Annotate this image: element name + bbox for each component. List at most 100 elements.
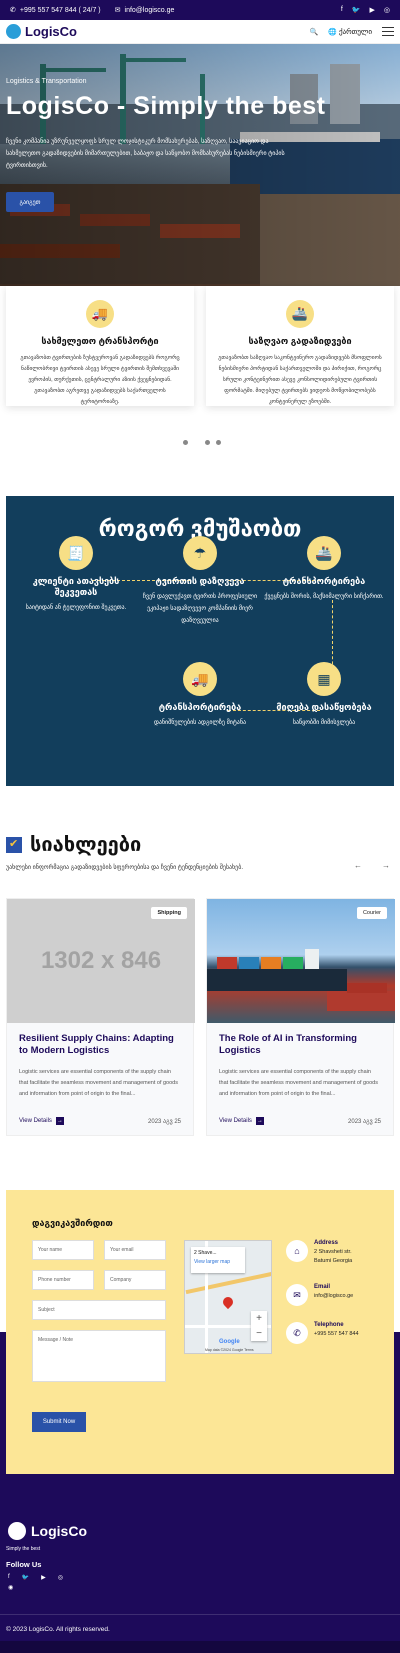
mail-icon: ✉ [114, 7, 121, 14]
youtube-icon[interactable]: ▶ [41, 1574, 46, 1581]
email-contact[interactable]: ✉ info@logisco.ge [114, 6, 175, 15]
service-text: გთავაზობთ ტვირთების ზუსტვეროვან გადაზიდვ… [20, 355, 180, 405]
carousel-dot[interactable] [183, 440, 188, 445]
news-heading[interactable]: The Role of AI in Transforming Logistics [219, 1033, 381, 1057]
map-zoom-controls[interactable]: + − [251, 1311, 267, 1341]
location-icon: ⌂ [286, 1240, 308, 1262]
message-textarea[interactable]: Message / Note [32, 1330, 166, 1382]
step-title: ტრანსპორტირება [158, 702, 242, 712]
news-footer: View Details → 2023 აგვ 25 [19, 1117, 181, 1125]
carousel-dot-gap [194, 440, 199, 445]
category-badge: Shipping [151, 907, 187, 919]
nav-actions: 🔍 🌐 ქართული [310, 27, 394, 36]
view-details-label: View Details [219, 1118, 252, 1124]
service-card-sea[interactable]: 🚢 საზღვაო გადაზიდვები გთავაზობთ საზღვაო … [206, 286, 394, 406]
phone-input[interactable]: Phone number [32, 1270, 94, 1290]
arrow-right-icon: → [255, 1117, 264, 1125]
hero-button[interactable]: გაიგეთ [6, 192, 54, 212]
container-icon: ▦ [307, 662, 341, 696]
truck-icon: 🚚 [86, 300, 114, 328]
phone-info: ✆ Telephone +995 557 547 844 [286, 1322, 359, 1344]
news-arrows: ← → [354, 861, 390, 870]
email-input[interactable]: Your email [104, 1240, 166, 1260]
service-card-land[interactable]: 🚚 სახმელეთო ტრანსპორტი გთავაზობთ ტვირთებ… [6, 286, 194, 406]
ship-icon: 🚢 [286, 300, 314, 328]
view-details-link[interactable]: View Details → [219, 1117, 264, 1125]
name-input[interactable]: Your name [32, 1240, 94, 1260]
phone-label: Telephone [314, 1322, 344, 1328]
ship-icon: 🚢 [307, 536, 341, 570]
phone-icon: ✆ [10, 7, 16, 14]
view-details-link[interactable]: View Details → [19, 1117, 64, 1125]
step-title: კლიენტი ათავსებს შეკვეთას [32, 576, 120, 597]
submit-button[interactable]: Submit Now [32, 1412, 86, 1432]
arrow-right-icon[interactable]: → [382, 861, 390, 870]
phone-contact[interactable]: ✆ +995 557 547 844 ( 24/7 ) [10, 6, 101, 15]
company-input[interactable]: Company [104, 1270, 166, 1290]
news-image-placeholder: 1302 x 846 Shipping [7, 899, 195, 1023]
google-map[interactable]: 2 Shave... View larger map + − Google Map… [184, 1240, 272, 1354]
step-desc: ჩვენ დავლუქავთ ტვირთს პროფესიული ეკიპაჟი… [142, 594, 258, 624]
news-subtitle: უახლესი ინფორმაცია გადაზიდვების სფეროები… [6, 865, 244, 871]
hero-banner: Logistics & Transportation LogisCo - Sim… [0, 44, 400, 286]
search-icon[interactable]: 🔍 [310, 28, 319, 36]
map-attribution: Map data ©2024 Google Terms [205, 1348, 254, 1352]
email-info: ✉ Email info@logisco.ge [286, 1284, 353, 1306]
how-step: ▦ მიღება დასაწყობება საწყობში მიმისვლება [260, 662, 388, 729]
footer-social-links: f 🐦 ▶ ◎ [8, 1574, 63, 1581]
map-road [185, 1271, 271, 1295]
carousel-dot[interactable] [205, 440, 210, 445]
news-body: The Role of AI in Transforming Logistics… [207, 1023, 393, 1135]
arrow-left-icon[interactable]: ← [354, 861, 362, 870]
how-step: 🚢 ტრანსპორტირება ქვეყნებს შორის, მაქსიმა… [260, 536, 388, 603]
phone-value[interactable]: +995 557 547 844 [314, 1330, 359, 1339]
truck-icon: 🚚 [183, 662, 217, 696]
instagram-icon[interactable]: ◎ [384, 6, 390, 14]
step-title: ტრანსპორტირება [282, 576, 366, 586]
contact-title: დაგვიკავშირდით [32, 1218, 113, 1228]
category-badge: Courier [356, 907, 387, 919]
news-heading[interactable]: Resilient Supply Chains: Adapting to Mod… [19, 1033, 181, 1057]
copyright: © 2023 LogisCo. All rights reserved. [6, 1626, 110, 1633]
subject-input[interactable]: Subject [32, 1300, 166, 1320]
news-card[interactable]: 1302 x 846 Shipping Resilient Supply Cha… [6, 898, 195, 1136]
email-value[interactable]: info@logisco.ge [314, 1292, 353, 1301]
email-text: info@logisco.ge [124, 6, 175, 14]
service-title: სახმელეთო ტრანსპორტი [41, 336, 159, 346]
view-larger-map-link[interactable]: View larger map [194, 1259, 242, 1265]
footer-logo[interactable]: LogisCo [8, 1522, 87, 1540]
step-desc: დანიშნულების ადგილზე მიტანა [153, 720, 247, 726]
twitter-icon[interactable]: 🐦 [22, 1574, 29, 1581]
youtube-icon[interactable]: ▶ [370, 6, 375, 14]
whatsapp-icon[interactable]: ◉ [8, 1584, 13, 1591]
contact-section: დაგვიკავშირდით Your name Your email Phon… [6, 1190, 394, 1474]
logo-icon [8, 1522, 26, 1540]
view-details-label: View Details [19, 1118, 52, 1124]
map-popup: 2 Shave... View larger map [191, 1247, 245, 1273]
instagram-icon[interactable]: ◎ [58, 1574, 63, 1581]
how-step: 🧾 კლიენტი ათავსებს შეკვეთას საიტიდან ან … [12, 536, 140, 614]
news-date: 2023 აგვ 25 [148, 1118, 181, 1125]
twitter-icon[interactable]: 🐦 [352, 6, 361, 14]
map-place: 2 Shave... [194, 1250, 217, 1256]
language-label: ქართული [338, 28, 372, 36]
insurance-icon: ☂ [183, 536, 217, 570]
news-body: Resilient Supply Chains: Adapting to Mod… [7, 1023, 193, 1135]
step-title: ტვირთის დაზღვევა [155, 576, 245, 586]
hero-tag: Logistics & Transportation [6, 78, 87, 85]
carousel-dot[interactable] [216, 440, 221, 445]
language-switcher[interactable]: 🌐 ქართული [328, 28, 372, 36]
arrow-right-icon: → [55, 1117, 64, 1125]
step-desc: საწყობში მიმისვლება [292, 720, 356, 726]
news-title: სიახლეები [30, 834, 142, 856]
hero-title: LogisCo - Simply the best [6, 92, 326, 120]
address-value: 2 Shavsheti str. Batumi Georgia [314, 1249, 353, 1264]
facebook-icon[interactable]: f [341, 6, 343, 14]
news-excerpt: Logistic services are essential componen… [19, 1069, 178, 1097]
menu-icon[interactable] [382, 27, 394, 36]
carousel-dots [183, 440, 221, 445]
facebook-icon[interactable]: f [8, 1574, 10, 1581]
news-card[interactable]: Courier The Role of AI in Transforming L… [206, 898, 395, 1136]
social-links: f 🐦 ▶ ◎ [341, 6, 390, 14]
brand-logo[interactable]: LogisCo [6, 24, 77, 39]
